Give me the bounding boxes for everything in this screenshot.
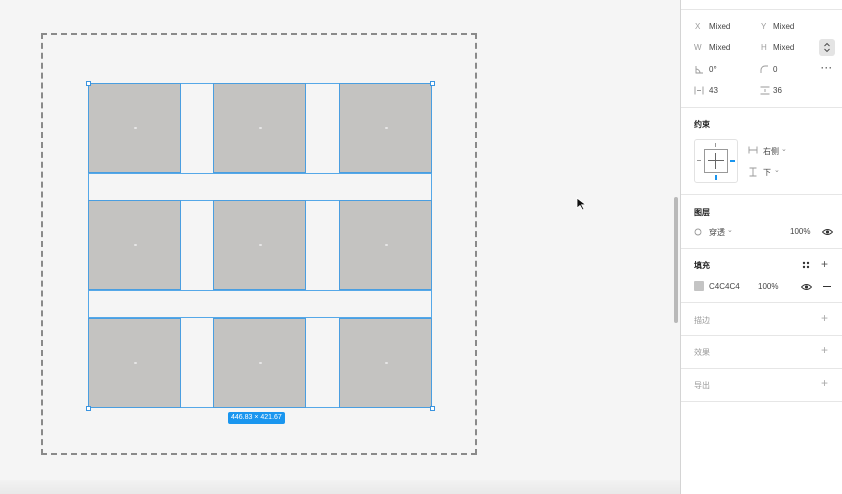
fill-opacity-field[interactable]: 100% (758, 282, 778, 291)
grid-cell[interactable] (213, 83, 306, 173)
w-label: W (694, 43, 702, 52)
effects-title: 效果 (694, 348, 710, 357)
fill-color-swatch[interactable] (694, 281, 704, 291)
x-field[interactable]: Mixed (709, 22, 730, 31)
h-label: H (761, 43, 767, 52)
w-field[interactable]: Mixed (709, 43, 730, 52)
design-canvas[interactable]: 446.83 × 421.67 (0, 0, 672, 494)
grid-cell[interactable] (339, 318, 432, 408)
constraints-title: 约束 (694, 120, 710, 129)
add-effect-icon[interactable]: + (821, 344, 828, 356)
grid-cell[interactable] (88, 318, 181, 408)
y-field[interactable]: Mixed (773, 22, 794, 31)
vertical-spacing-icon (760, 86, 770, 95)
chevron-down-icon: ⌄ (727, 227, 733, 234)
add-stroke-icon[interactable]: + (821, 312, 828, 324)
properties-panel: X Mixed Y Mixed W Mixed H Mixed 0° 0 ···… (680, 0, 842, 494)
add-export-icon[interactable]: + (821, 377, 828, 389)
resize-handle-top-right[interactable] (430, 81, 435, 86)
grid-guide-line (88, 290, 432, 291)
resize-handle-top-left[interactable] (86, 81, 91, 86)
y-label: Y (761, 22, 767, 31)
canvas-bottom-edge (0, 480, 680, 494)
stroke-title: 描边 (694, 316, 710, 325)
export-title: 导出 (694, 381, 710, 390)
layer-opacity-field[interactable]: 100% (790, 227, 810, 236)
horizontal-constraint-icon (748, 146, 758, 154)
grid-cell[interactable] (339, 200, 432, 290)
grid-cell[interactable] (213, 200, 306, 290)
x-label: X (695, 22, 701, 31)
horizontal-constraint-select[interactable]: 右侧 (763, 146, 779, 157)
remove-fill-icon[interactable] (823, 286, 831, 287)
canvas-scrollbar[interactable] (674, 197, 678, 323)
horizontal-spacing-icon (694, 86, 704, 95)
fill-title: 填充 (694, 261, 710, 270)
grid-cell[interactable] (88, 83, 181, 173)
chevron-down-icon: ⌄ (774, 167, 780, 174)
resize-handle-bottom-left[interactable] (86, 406, 91, 411)
add-fill-icon[interactable]: + (821, 258, 828, 270)
blend-mode-icon (694, 228, 702, 236)
eye-icon[interactable] (822, 228, 833, 236)
vertical-constraint-icon (749, 167, 757, 177)
grid-cell[interactable] (88, 200, 181, 290)
grid-cell[interactable] (213, 318, 306, 408)
size-badge: 446.83 × 421.67 (228, 412, 285, 424)
horizontal-spacing-field[interactable]: 43 (709, 86, 718, 95)
lock-ratio-icon (824, 42, 830, 53)
constraints-widget[interactable] (694, 139, 738, 183)
fill-hex-field[interactable]: C4C4C4 (709, 282, 740, 291)
eye-icon[interactable] (801, 283, 812, 291)
resize-handle-bottom-right[interactable] (430, 406, 435, 411)
mouse-cursor-icon (576, 197, 587, 211)
vertical-spacing-field[interactable]: 36 (773, 86, 782, 95)
rotation-field[interactable]: 0° (709, 65, 717, 74)
vertical-constraint-select[interactable]: 下 (763, 167, 771, 178)
chevron-down-icon: ⌄ (781, 146, 787, 153)
styles-grid-icon[interactable] (802, 261, 810, 269)
corner-radius-icon (760, 65, 768, 73)
blend-mode-select[interactable]: 穿透 (709, 227, 725, 238)
constrain-proportions-button[interactable] (819, 39, 835, 56)
grid-guide-line (88, 173, 432, 174)
more-options-icon[interactable]: ··· (819, 63, 835, 73)
layer-title: 图层 (694, 208, 710, 217)
grid-cell[interactable] (339, 83, 432, 173)
rotation-icon (695, 66, 703, 74)
h-field[interactable]: Mixed (773, 43, 794, 52)
corner-radius-field[interactable]: 0 (773, 65, 777, 74)
